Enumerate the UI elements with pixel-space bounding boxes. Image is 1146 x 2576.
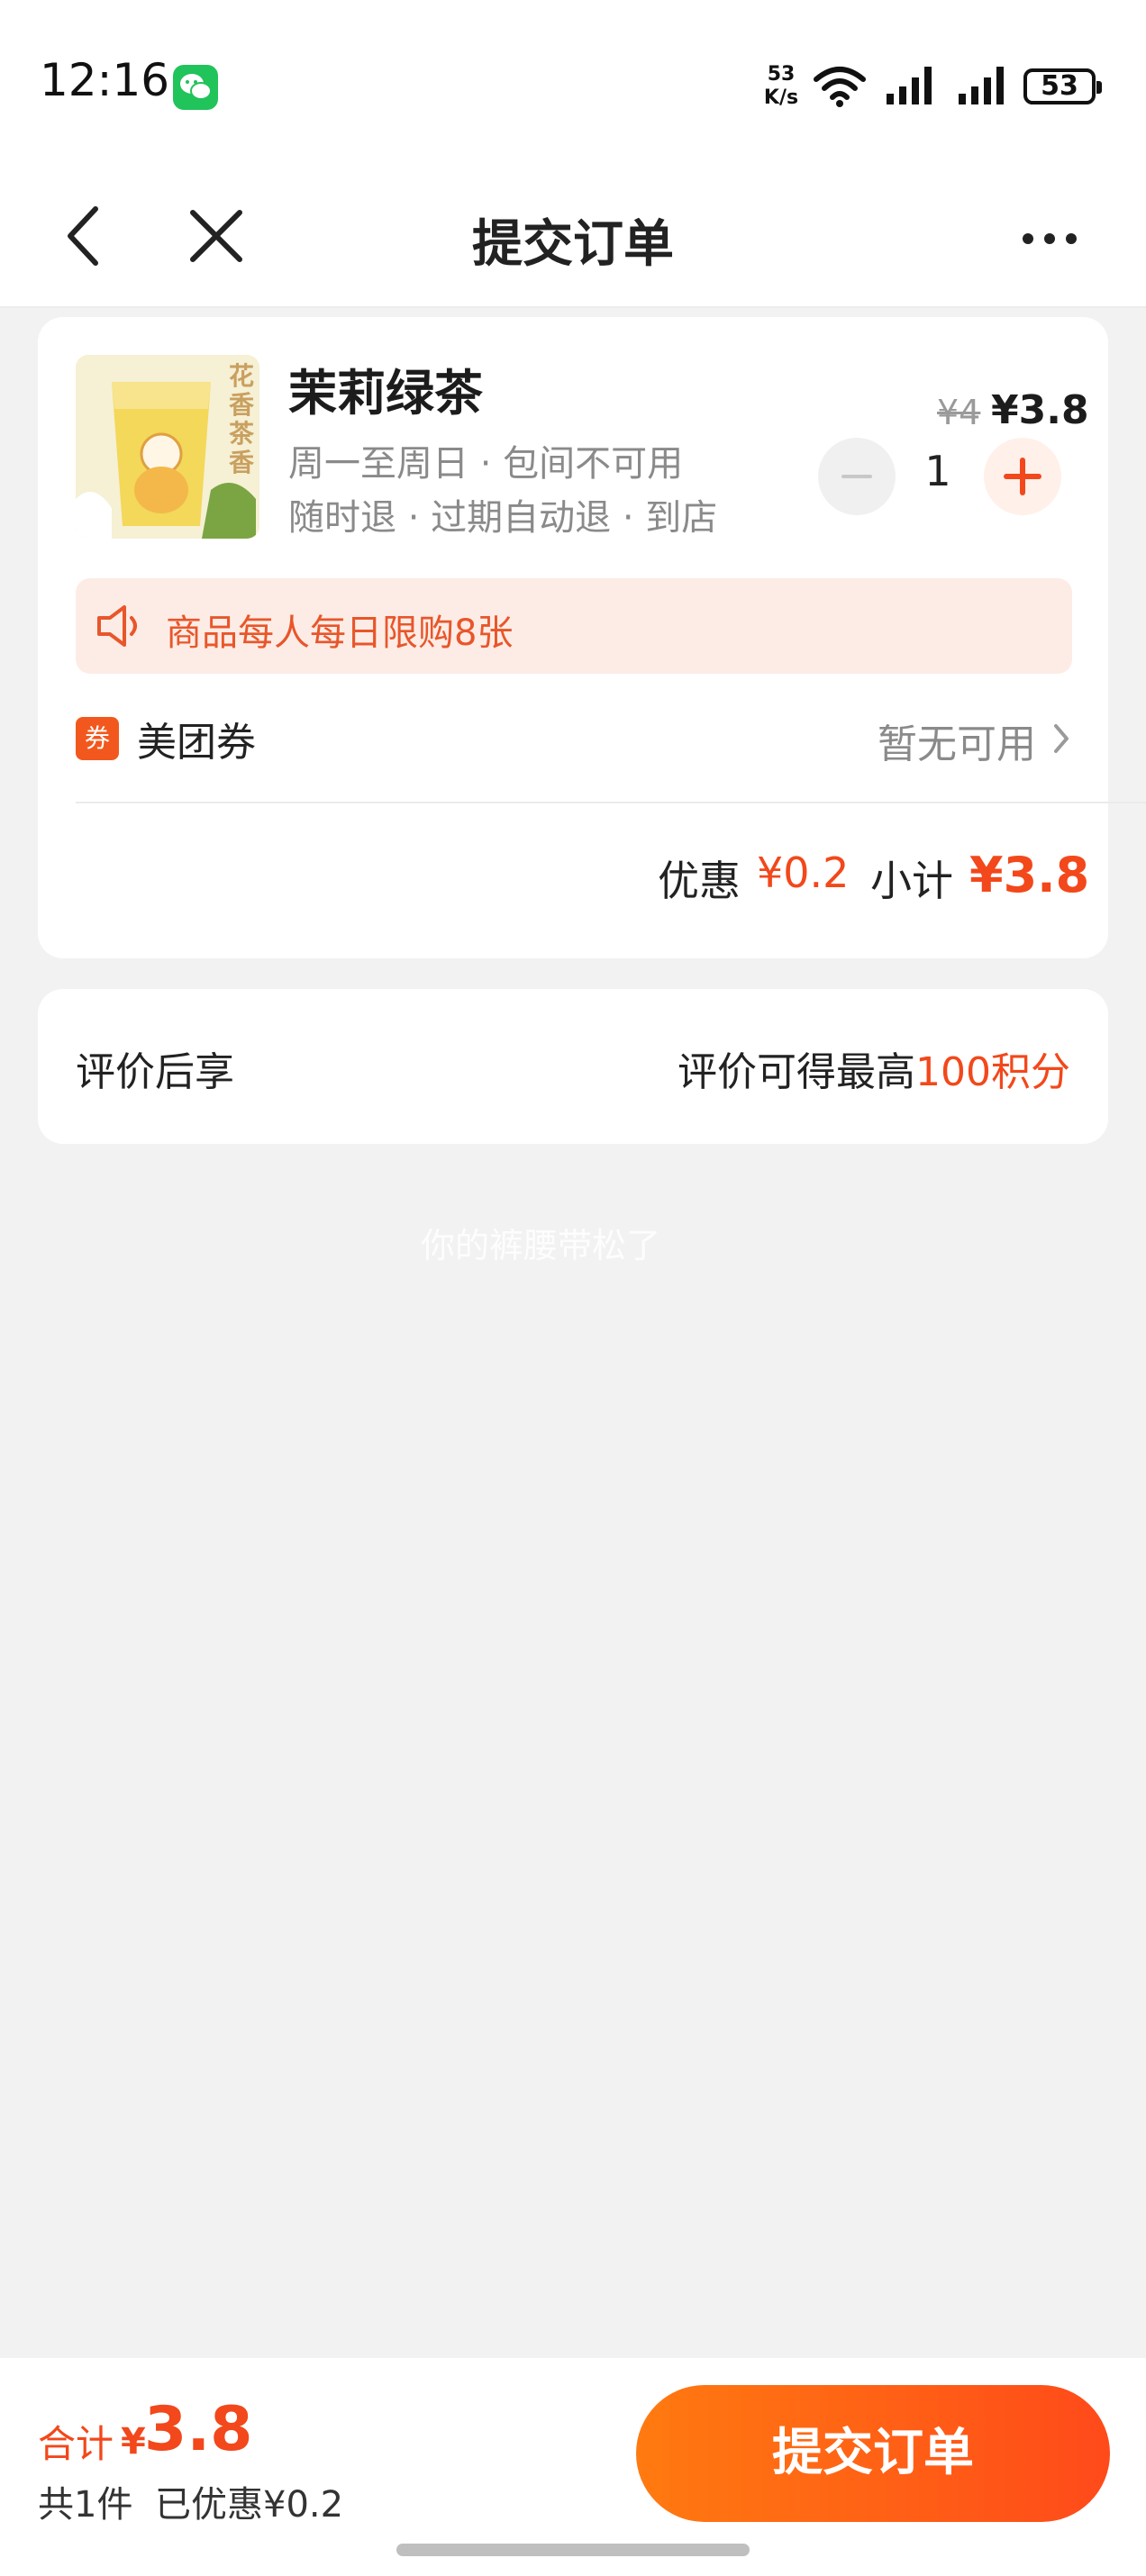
total-value: 3.8 [144, 2394, 253, 2465]
wifi-icon [814, 67, 866, 107]
status-time: 12:16 [40, 54, 170, 106]
product-name: 茉莉绿茶 [288, 365, 483, 422]
discount-value: ¥0.2 [757, 848, 850, 897]
product-meta-line2: 随时退 · 过期自动退 · 到店 [288, 497, 718, 539]
battery-icon: 53 [1023, 68, 1102, 104]
original-price: ¥4 [937, 393, 981, 432]
discount-label: 优惠 [658, 857, 741, 905]
subtotal-label: 小计 [870, 857, 953, 905]
total-currency: ¥ [121, 2421, 146, 2463]
product-price: ¥3.8 [991, 387, 1089, 433]
submit-order-button[interactable]: 提交订单 [636, 2385, 1110, 2522]
checkout-bar: 合计 ¥ 3.8 共1件 已优惠¥0.2 提交订单 [0, 2358, 1146, 2576]
review-reward-card[interactable]: 评价后享 评价可得最高100积分 [38, 989, 1108, 1144]
net-speed-unit: K/s [763, 86, 799, 109]
coupon-label: 美团券 [137, 720, 256, 766]
home-indicator[interactable] [396, 2544, 750, 2556]
net-speed: 53 K/s [759, 63, 804, 110]
more-dots-icon[interactable] [1014, 207, 1086, 270]
purchase-limit-notice: 商品每人每日限购8张 [76, 578, 1072, 674]
signal-icon [887, 67, 932, 104]
total-label: 合计 [38, 2422, 114, 2466]
purchase-limit-text: 商品每人每日限购8张 [166, 612, 514, 654]
thumb-caption: 花香茶香 [229, 361, 255, 477]
item-count: 共1件 [38, 2484, 133, 2526]
product-thumbnail[interactable]: 花香茶香 [76, 355, 259, 539]
decrease-quantity-button[interactable] [818, 438, 896, 515]
coupon-tag: 券 [76, 717, 119, 760]
chevron-right-icon[interactable] [1052, 722, 1070, 755]
nav-bar: 提交订单 [0, 171, 1146, 308]
page-title: 提交订单 [472, 215, 674, 274]
coupon-status[interactable]: 暂无可用 [878, 712, 1036, 769]
wechat-icon [173, 65, 218, 110]
saved-amount: 已优惠¥0.2 [155, 2484, 344, 2526]
watermark-text: 你的裤腰带松了 [420, 1226, 660, 1265]
quantity-value: 1 [924, 447, 951, 495]
speaker-icon [97, 605, 137, 647]
increase-quantity-button[interactable] [984, 438, 1061, 515]
divider [76, 802, 1146, 803]
review-reward-prefix: 评价可得最高 [678, 1049, 916, 1095]
product-card: 花香茶香 茉莉绿茶 周一至周日 · 包间不可用 随时退 · 过期自动退 · 到店… [38, 317, 1146, 958]
product-meta-line1: 周一至周日 · 包间不可用 [288, 443, 684, 485]
review-reward: 评价可得最高100积分 [678, 1039, 1070, 1097]
review-reward-points: 100积分 [915, 1049, 1070, 1095]
signal-icon [959, 67, 1004, 104]
subtotal-value: ¥3.8 [969, 847, 1090, 903]
net-speed-value: 53 [767, 63, 796, 86]
status-bar: 12:16 53 K/s 53 [0, 0, 1146, 171]
review-label: 评价后享 [76, 1049, 234, 1095]
